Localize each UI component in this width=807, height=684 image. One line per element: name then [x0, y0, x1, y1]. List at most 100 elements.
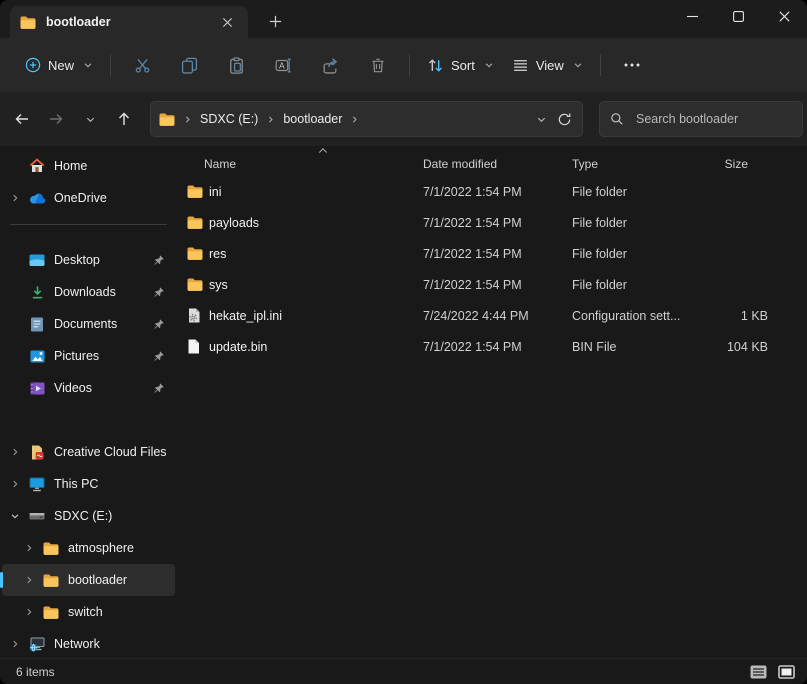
- share-button[interactable]: [307, 47, 354, 83]
- sort-arrows-icon: [427, 57, 444, 74]
- new-button[interactable]: New: [16, 49, 102, 81]
- chevron-down-icon[interactable]: [2, 511, 28, 521]
- details-view-button[interactable]: [747, 662, 769, 681]
- scissors-icon: [134, 57, 151, 74]
- bin-file-icon: [187, 339, 203, 354]
- file-row-ini[interactable]: ini 7/1/2022 1:54 PM File folder: [177, 176, 807, 207]
- copy-button[interactable]: [166, 47, 213, 83]
- recent-locations-button[interactable]: [74, 103, 106, 135]
- sidebar-item-bootloader[interactable]: bootloader: [2, 564, 175, 596]
- sidebar-item-atmosphere[interactable]: atmosphere: [2, 532, 175, 564]
- window-controls: [669, 0, 807, 33]
- folder-icon: [42, 606, 60, 619]
- sidebar-item-home[interactable]: Home: [2, 150, 175, 182]
- explorer-tab[interactable]: bootloader: [10, 6, 248, 38]
- delete-button[interactable]: [354, 47, 401, 83]
- sort-button[interactable]: Sort: [418, 49, 503, 82]
- sidebar-item-switch[interactable]: switch: [2, 596, 175, 628]
- file-row-payloads[interactable]: payloads 7/1/2022 1:54 PM File folder: [177, 207, 807, 238]
- forward-button[interactable]: [40, 103, 72, 135]
- file-row-hekate-ipl[interactable]: hekate_ipl.ini 7/24/2022 4:44 PM Configu…: [177, 300, 807, 331]
- status-bar: 6 items: [0, 658, 807, 684]
- close-button[interactable]: [761, 0, 807, 33]
- minimize-button[interactable]: [669, 0, 715, 33]
- more-options-button[interactable]: [609, 47, 656, 83]
- address-folder-icon[interactable]: [157, 113, 179, 126]
- rename-button[interactable]: A: [260, 47, 307, 83]
- titlebar: bootloader: [0, 0, 807, 38]
- nav-buttons: [6, 103, 140, 135]
- paste-button[interactable]: [213, 47, 260, 83]
- documents-icon: [28, 317, 46, 332]
- address-dropdown-button[interactable]: [536, 114, 547, 125]
- file-explorer-window: bootloader New: [0, 0, 807, 684]
- column-header-type[interactable]: Type: [572, 157, 693, 171]
- sidebar-item-sdxc-drive[interactable]: SDXC (E:): [2, 500, 175, 532]
- chevron-right-icon[interactable]: [2, 639, 28, 649]
- column-header-name[interactable]: Name: [177, 157, 423, 171]
- search-box[interactable]: [599, 101, 803, 137]
- tab-close-button[interactable]: [216, 11, 238, 33]
- ellipsis-icon: [624, 63, 640, 67]
- chevron-right-icon[interactable]: [16, 575, 42, 585]
- creative-cloud-icon: [28, 445, 46, 460]
- breadcrumb-chevron-icon: [346, 115, 363, 124]
- view-toggles: [747, 662, 799, 681]
- column-header-size[interactable]: Size: [693, 157, 807, 171]
- toolbar-separator: [600, 54, 601, 76]
- sidebar-item-pictures[interactable]: Pictures: [2, 340, 175, 372]
- address-bar[interactable]: SDXC (E:) bootloader: [150, 101, 583, 137]
- search-input[interactable]: [634, 111, 799, 127]
- maximize-button[interactable]: [715, 0, 761, 33]
- view-button[interactable]: View: [503, 49, 592, 82]
- column-header-date-modified[interactable]: Date modified: [423, 157, 572, 171]
- new-tab-button[interactable]: [260, 6, 290, 36]
- sidebar-item-downloads[interactable]: Downloads: [2, 276, 175, 308]
- pin-icon: [153, 254, 165, 266]
- folder-icon: [187, 216, 203, 229]
- sidebar-item-documents[interactable]: Documents: [2, 308, 175, 340]
- config-file-icon: [187, 308, 203, 323]
- tab-title: bootloader: [46, 15, 216, 29]
- sidebar-item-creative-cloud-files[interactable]: Creative Cloud Files: [2, 436, 175, 468]
- sidebar-gap: [0, 404, 177, 436]
- folder-icon: [20, 16, 36, 29]
- onedrive-icon: [28, 193, 46, 204]
- cut-button[interactable]: [119, 47, 166, 83]
- drive-icon: [28, 510, 46, 522]
- back-button[interactable]: [6, 103, 38, 135]
- chevron-right-icon[interactable]: [2, 479, 28, 489]
- chevron-down-icon: [484, 60, 494, 70]
- sidebar-item-onedrive[interactable]: OneDrive: [2, 182, 175, 214]
- up-button[interactable]: [108, 103, 140, 135]
- view-lines-icon: [512, 57, 529, 74]
- pictures-icon: [28, 350, 46, 363]
- folder-icon: [187, 185, 203, 198]
- home-icon: [28, 158, 46, 174]
- large-icons-view-button[interactable]: [775, 662, 797, 681]
- file-row-update-bin[interactable]: update.bin 7/1/2022 1:54 PM BIN File 104…: [177, 331, 807, 362]
- breadcrumb-chevron-icon: [262, 115, 279, 124]
- desktop-icon: [28, 254, 46, 266]
- sidebar-separator: [10, 224, 167, 225]
- sort-button-label: Sort: [451, 58, 475, 73]
- breadcrumb-folder[interactable]: bootloader: [279, 112, 346, 126]
- chevron-right-icon[interactable]: [16, 543, 42, 553]
- sidebar-item-network[interactable]: Network: [2, 628, 175, 658]
- breadcrumb-drive[interactable]: SDXC (E:): [196, 112, 262, 126]
- pin-icon: [153, 318, 165, 330]
- new-button-label: New: [48, 58, 74, 73]
- file-row-res[interactable]: res 7/1/2022 1:54 PM File folder: [177, 238, 807, 269]
- sidebar-item-videos[interactable]: Videos: [2, 372, 175, 404]
- sidebar-item-desktop[interactable]: Desktop: [2, 244, 175, 276]
- file-row-sys[interactable]: sys 7/1/2022 1:54 PM File folder: [177, 269, 807, 300]
- chevron-right-icon[interactable]: [2, 447, 28, 457]
- toolbar-separator: [110, 54, 111, 76]
- folder-icon: [187, 247, 203, 260]
- chevron-right-icon[interactable]: [16, 607, 42, 617]
- sidebar-item-this-pc[interactable]: This PC: [2, 468, 175, 500]
- search-icon: [610, 112, 624, 126]
- refresh-button[interactable]: [557, 112, 572, 127]
- chevron-right-icon[interactable]: [2, 193, 28, 203]
- toolbar-separator: [409, 54, 410, 76]
